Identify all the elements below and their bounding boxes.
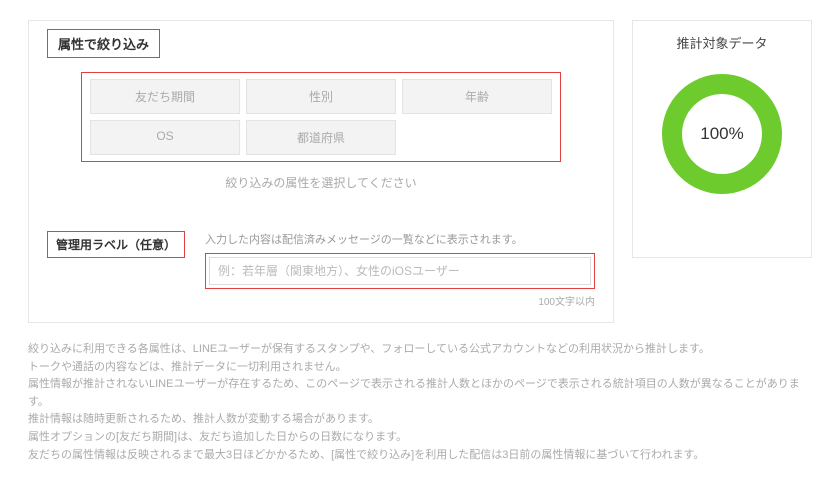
attr-btn-age[interactable]: 年齢 xyxy=(402,79,552,114)
section-title-filter: 属性で絞り込み xyxy=(47,29,160,58)
note-line: 推計情報は随時更新されるため、推計人数が変動する場合があります。 xyxy=(28,411,812,429)
char-limit-text: 100文字以内 xyxy=(205,293,595,308)
label-section-title-text: 管理用ラベル（任意） xyxy=(56,238,176,252)
attribute-grid: 友だち期間 性別 年齢 OS 都道府県 xyxy=(90,79,552,155)
attribute-grid-highlight: 友だち期間 性別 年齢 OS 都道府県 xyxy=(81,72,561,162)
attribute-help-text: 絞り込みの属性を選択してください xyxy=(47,174,595,191)
note-line: 友だちの属性情報は反映されるまで最大3日ほどかかるため、[属性で絞り込み]を利用… xyxy=(28,447,812,465)
attr-btn-friend-period[interactable]: 友だち期間 xyxy=(90,79,240,114)
main-panel: 属性で絞り込み 友だち期間 性別 年齢 OS 都道府県 絞り込みの属性を選択して… xyxy=(28,20,614,323)
attr-btn-os[interactable]: OS xyxy=(90,120,240,155)
donut-chart-wrap: 100% xyxy=(641,74,803,194)
note-line: トークや通話の内容などは、推計データに一切利用されません。 xyxy=(28,359,812,377)
donut-chart: 100% xyxy=(662,74,782,194)
label-row: 管理用ラベル（任意） 入力した内容は配信済みメッセージの一覧などに表示されます。… xyxy=(47,231,595,308)
label-description: 入力した内容は配信済みメッセージの一覧などに表示されます。 xyxy=(205,231,595,247)
estimate-panel: 推計対象データ 100% xyxy=(632,20,812,258)
note-line: 属性情報が推計されないLINEユーザーが存在するため、このページで表示される推計… xyxy=(28,376,812,411)
note-line: 絞り込みに利用できる各属性は、LINEユーザーが保有するスタンプや、フォローして… xyxy=(28,341,812,359)
section-title-filter-text: 属性で絞り込み xyxy=(58,37,149,52)
attr-label: OS xyxy=(156,129,173,143)
label-section-title: 管理用ラベル（任意） xyxy=(47,231,185,258)
note-line: 属性オプションの[友だち期間]は、友だち追加した日からの日数になります。 xyxy=(28,429,812,447)
donut-center-label: 100% xyxy=(682,94,762,174)
estimate-title: 推計対象データ xyxy=(641,33,803,52)
label-input[interactable] xyxy=(209,257,591,285)
attr-label: 年齢 xyxy=(465,90,489,104)
attr-label: 友だち期間 xyxy=(135,90,195,104)
attr-label: 都道府県 xyxy=(297,131,345,145)
attr-btn-prefecture[interactable]: 都道府県 xyxy=(246,120,396,155)
label-input-highlight xyxy=(205,253,595,289)
attr-btn-gender[interactable]: 性別 xyxy=(246,79,396,114)
footer-notes: 絞り込みに利用できる各属性は、LINEユーザーが保有するスタンプや、フォローして… xyxy=(28,341,812,464)
attr-label: 性別 xyxy=(309,90,333,104)
